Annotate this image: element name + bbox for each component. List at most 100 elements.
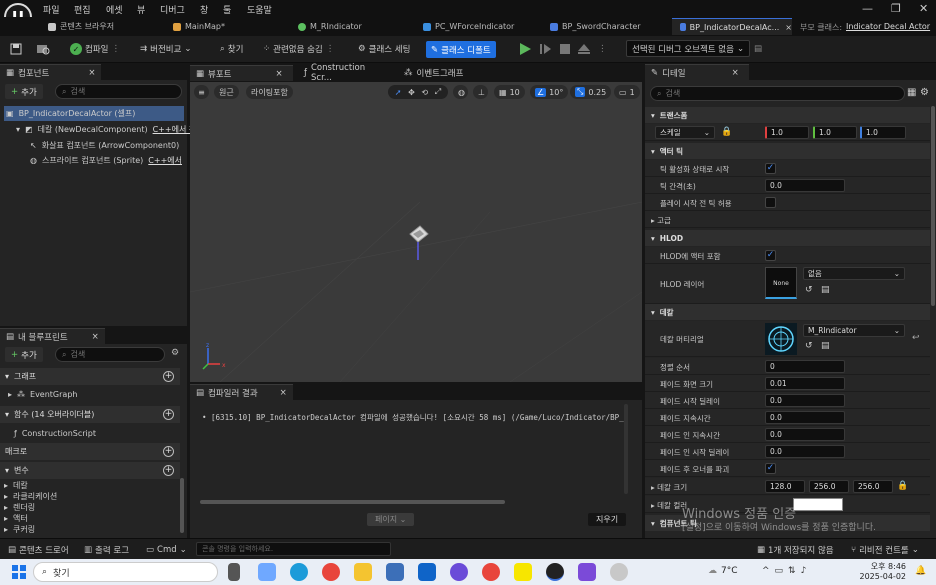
my-blueprint-search-input[interactable]: ⌕ 검색 [55, 347, 165, 362]
class-settings-button[interactable]: ⚙ 클래스 세팅 [358, 41, 410, 57]
browse-asset-icon[interactable]: ▤ [821, 341, 830, 351]
select-icon[interactable]: ➚ [395, 88, 402, 97]
eject-icon[interactable] [577, 42, 591, 56]
close-viewport-icon[interactable]: × [276, 69, 283, 79]
add-graph-icon[interactable]: + [163, 371, 174, 382]
chrome-icon[interactable] [322, 563, 340, 581]
menu-file[interactable]: 파일 [43, 3, 60, 16]
components-search-input[interactable]: ⌕ 검색 [55, 84, 182, 99]
browse-asset-icon[interactable]: ▤ [821, 285, 830, 295]
reset-to-default-icon[interactable]: ↩ [912, 333, 920, 343]
reset-icon[interactable]: ↺ [805, 341, 813, 351]
outlook-icon[interactable] [418, 563, 436, 581]
decal-material-dropdown[interactable]: M_RIndicator ⌄ [803, 324, 905, 337]
tab-sword-character[interactable]: BP_SwordCharacter [542, 18, 670, 35]
var-category-rendering[interactable]: ▸ 렌더링 [4, 502, 35, 513]
component-sprite[interactable]: ◍ 스프라이트 컴포넌트 (Sprite) C++에서 [30, 153, 187, 168]
tab-pc-wforce[interactable]: PC_WForceIndicator [415, 18, 540, 35]
debug-object-dropdown[interactable]: 선택된 디버그 오브젝트 없음 ⌄ [626, 40, 751, 57]
tab-construction-script[interactable]: ƒ Construction Scr... [298, 63, 390, 83]
grid-view-icon[interactable]: ▦ [907, 87, 916, 98]
perspective-button[interactable]: 원근 [214, 85, 239, 99]
console-input[interactable]: 콘솔 명령을 입력하세요. [196, 542, 391, 556]
var-category-decal[interactable]: ▸ 데칼 [4, 480, 28, 491]
details-search-input[interactable]: ⌕ 검색 [650, 86, 905, 101]
clear-button[interactable]: 지우기 [588, 513, 627, 526]
clock-time[interactable]: 오후 8:46 [856, 561, 906, 572]
camera-speed-button[interactable]: ▭ 1 [614, 85, 640, 99]
decal-actor-icon[interactable] [406, 222, 430, 262]
scale-snap-button[interactable]: ⤡ 0.25 [570, 85, 612, 99]
fade-in-duration-input[interactable]: 0.0 [765, 428, 845, 441]
fade-duration-input[interactable]: 0.0 [765, 411, 845, 424]
material-thumbnail[interactable] [765, 323, 797, 355]
tab-my-blueprint[interactable]: ▤ 내 블루프린트 × [0, 328, 105, 344]
parent-class-link[interactable]: Indicator Decal Actor [846, 22, 930, 31]
edge-icon[interactable] [290, 563, 308, 581]
chrome-profile-icon[interactable] [482, 563, 500, 581]
menu-asset[interactable]: 에셋 [106, 3, 123, 16]
close-details-icon[interactable]: × [732, 68, 739, 78]
section-variables[interactable]: ▾ 변수 + [0, 462, 180, 479]
minimize-icon[interactable]: — [862, 2, 873, 15]
section-actor-tick[interactable]: ▾ 액터 틱 [645, 143, 930, 159]
sort-order-input[interactable]: 0 [765, 360, 845, 373]
output-log-button[interactable]: ▥ 출력 로그 [84, 542, 129, 558]
maximize-icon[interactable]: ❐ [891, 2, 901, 15]
construction-script-item[interactable]: ƒ ConstructionScript [14, 426, 96, 441]
move-icon[interactable]: ✥ [408, 88, 415, 97]
compile-button[interactable]: ✓ 컴파일 ⋮ [70, 41, 120, 57]
cmd-dropdown[interactable]: ▭ Cmd ⌄ [146, 542, 187, 558]
visual-studio-icon[interactable] [578, 563, 596, 581]
tab-indicator-decal[interactable]: BP_IndicatorDecalAc... × [672, 18, 792, 35]
rotation-snap-button[interactable]: ∠ 10° [530, 85, 569, 99]
menu-view[interactable]: 뷰 [137, 3, 145, 16]
fade-screen-input[interactable]: 0.01 [765, 377, 845, 390]
close-tab-icon[interactable]: × [785, 23, 792, 32]
viewport[interactable]: ≡ 원근 라이팅포함 ➚ ✥ ⟲ ⤢ ◍ ⊥ ▦ 10 ∠ 10° ⤡ 0.25 ▭ 1 x … [190, 82, 642, 382]
add-variable-icon[interactable]: + [163, 465, 174, 476]
viewport-menu-icon[interactable]: ≡ [194, 85, 209, 99]
clock-date[interactable]: 2025-04-02 [854, 572, 907, 581]
event-graph-item[interactable]: ▸ ⁂ EventGraph [8, 387, 77, 402]
hlod-layer-dropdown[interactable]: 없음 ⌄ [803, 267, 905, 280]
lit-mode-button[interactable]: 라이팅포함 [246, 85, 293, 99]
decal-size-x-input[interactable]: 128.0 [765, 480, 805, 493]
app-icon[interactable] [450, 563, 468, 581]
tab-compiler-results[interactable]: ▤ 컴파일러 결과 × [190, 384, 293, 400]
hide-unrelated-button[interactable]: ⁘ 관련없음 숨김 ⋮ [263, 41, 334, 57]
component-arrow[interactable]: ↖ 화살표 컴포넌트 (ArrowComponent0) [30, 138, 187, 153]
grid-snap-button[interactable]: ▦ 10 [494, 85, 525, 99]
vertical-scrollbar[interactable] [624, 404, 628, 494]
scale-z-input[interactable]: 1.0 [860, 126, 906, 139]
copilot-icon[interactable] [258, 563, 276, 581]
destroy-after-fade-checkbox[interactable]: ✓ [765, 463, 776, 474]
add-component-button[interactable]: + 추가 [5, 84, 43, 99]
menu-edit[interactable]: 편집 [74, 3, 91, 16]
row-advanced[interactable]: ▸ 고급 [645, 211, 930, 228]
fade-start-input[interactable]: 0.0 [765, 394, 845, 407]
fade-in-start-input[interactable]: 0.0 [765, 445, 845, 458]
diff-button[interactable]: ⇉ 버전비교 ⌄ [140, 41, 192, 57]
menu-help[interactable]: 도움말 [247, 3, 272, 16]
decal-size-y-input[interactable]: 256.0 [809, 480, 849, 493]
stop-icon[interactable] [558, 42, 572, 56]
scrollbar[interactable] [180, 478, 184, 533]
section-graph[interactable]: ▾ 그래프 + [0, 368, 180, 385]
menu-tools[interactable]: 툴 [223, 3, 231, 16]
tick-interval-input[interactable]: 0.0 [765, 179, 845, 192]
revision-control-button[interactable]: ⑂ 리비전 컨트롤 ⌄ [851, 542, 919, 558]
app2-icon[interactable] [610, 563, 628, 581]
scale-icon[interactable]: ⤢ [435, 87, 441, 97]
section-hlod[interactable]: ▾ HLOD [645, 230, 930, 246]
rotate-icon[interactable]: ⟲ [421, 88, 428, 97]
windows-start-icon[interactable] [12, 565, 26, 579]
close-window-icon[interactable]: ✕ [919, 2, 928, 15]
kakaotalk-icon[interactable] [514, 563, 532, 581]
lock-icon[interactable]: 🔒 [897, 481, 908, 491]
page-button[interactable]: 페이지 ⌄ [367, 513, 415, 526]
scale-x-input[interactable]: 1.0 [765, 126, 809, 139]
store-icon[interactable] [386, 563, 404, 581]
section-functions[interactable]: ▾ 함수 (14 오버라이더블) + [0, 406, 180, 423]
section-decal[interactable]: ▾ 데칼 [645, 304, 930, 320]
